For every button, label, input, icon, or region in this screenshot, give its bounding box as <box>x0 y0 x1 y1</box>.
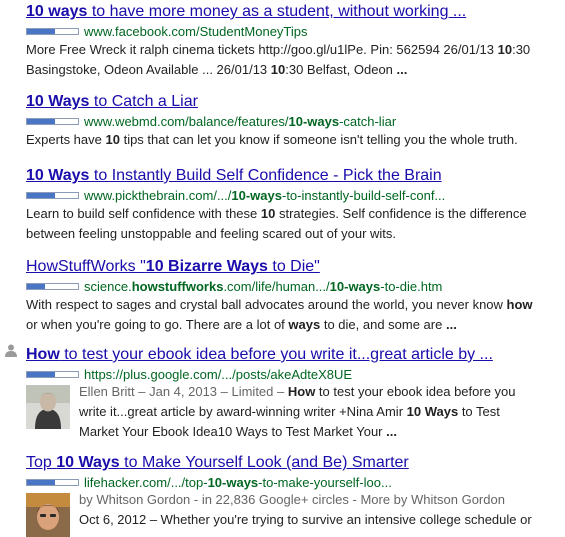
person-icon <box>5 344 17 357</box>
result-snippet: Experts have 10 tips that can let you kn… <box>26 132 518 147</box>
result-url-line: lifehacker.com/.../top-10-ways-to-make-y… <box>26 474 561 490</box>
result-meta: by Whitson Gordon - in 22,836 Google+ ci… <box>79 492 505 507</box>
search-result: 10 Ways to Instantly Build Self Confiden… <box>26 166 561 244</box>
result-url[interactable]: science.howstuffworks.com/life/human.../… <box>84 279 442 294</box>
result-title-link[interactable]: Top 10 Ways to Make Yourself Look (and B… <box>26 453 561 473</box>
result-snippet: Oct 6, 2012 – Whether you're trying to s… <box>79 512 532 527</box>
pagerank-bar <box>26 27 79 35</box>
result-snippet: write it...great article by award-winnin… <box>79 404 500 439</box>
result-meta: Ellen Britt – Jan 4, 2013 – Limited – Ho… <box>79 384 516 399</box>
result-url[interactable]: https://plus.google.com/.../posts/akeAdt… <box>84 367 352 382</box>
result-url[interactable]: www.webmd.com/balance/features/10-ways-c… <box>84 114 396 129</box>
result-body: by Whitson Gordon - in 22,836 Google+ ci… <box>26 490 561 537</box>
result-title-link[interactable]: 10 ways to have more money as a student,… <box>26 2 561 22</box>
result-url[interactable]: lifehacker.com/.../top-10-ways-to-make-y… <box>84 475 392 490</box>
search-result: 10 Ways to Catch a Liar www.webmd.com/ba… <box>26 92 561 150</box>
result-url[interactable]: www.pickthebrain.com/.../10-ways-to-inst… <box>84 188 445 203</box>
result-url-line: science.howstuffworks.com/life/human.../… <box>26 278 561 294</box>
search-result: HowStuffWorks "10 Bizarre Ways to Die" s… <box>26 257 561 335</box>
result-url-line: www.facebook.com/StudentMoneyTips <box>26 23 561 39</box>
result-url-line: www.webmd.com/balance/features/10-ways-c… <box>26 113 561 129</box>
result-snippet: With respect to sages and crystal ball a… <box>26 297 533 332</box>
result-title-link[interactable]: 10 Ways to Catch a Liar <box>26 92 561 112</box>
result-title-link[interactable]: HowStuffWorks "10 Bizarre Ways to Die" <box>26 257 561 277</box>
result-url[interactable]: www.facebook.com/StudentMoneyTips <box>84 24 308 39</box>
search-result: How to test your ebook idea before you w… <box>26 345 561 442</box>
author-photo[interactable] <box>26 493 70 537</box>
search-result: Top 10 Ways to Make Yourself Look (and B… <box>26 453 561 537</box>
result-url-line: www.pickthebrain.com/.../10-ways-to-inst… <box>26 187 561 203</box>
result-body: Ellen Britt – Jan 4, 2013 – Limited – Ho… <box>26 382 561 442</box>
result-title-link[interactable]: How to test your ebook idea before you w… <box>26 345 561 365</box>
result-snippet: More Free Wreck it ralph cinema tickets … <box>26 42 531 77</box>
pagerank-bar <box>26 191 79 199</box>
search-result: 10 ways to have more money as a student,… <box>26 2 561 80</box>
author-photo[interactable] <box>26 385 70 429</box>
result-snippet: Learn to build self confidence with thes… <box>26 206 527 241</box>
pagerank-bar <box>26 282 79 290</box>
pagerank-bar <box>26 370 79 378</box>
result-title-link[interactable]: 10 Ways to Instantly Build Self Confiden… <box>26 166 561 186</box>
pagerank-bar <box>26 478 79 486</box>
pagerank-bar <box>26 117 79 125</box>
result-url-line: https://plus.google.com/.../posts/akeAdt… <box>26 366 561 382</box>
